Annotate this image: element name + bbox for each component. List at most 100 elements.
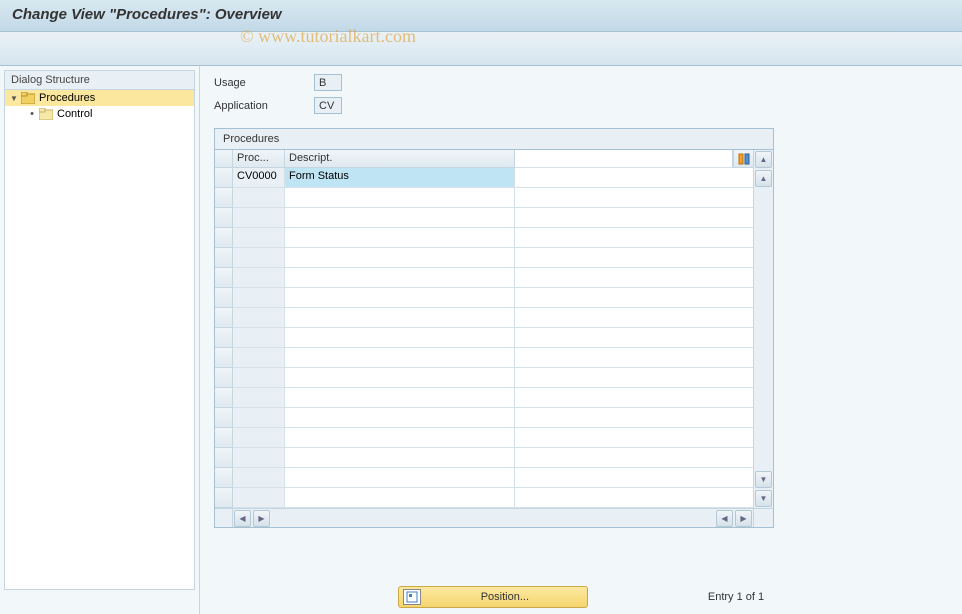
scroll-down-icon[interactable]: ▼: [755, 490, 772, 507]
content-area: Usage Application Procedures Proc... Des…: [200, 66, 962, 614]
cell-desc[interactable]: [285, 448, 515, 468]
row-selector[interactable]: [215, 168, 233, 188]
table-row[interactable]: [215, 228, 753, 248]
row-selector[interactable]: [215, 308, 233, 328]
cell-proc[interactable]: [233, 428, 285, 448]
cell-desc[interactable]: [285, 408, 515, 428]
column-descript[interactable]: Descript.: [285, 150, 515, 168]
row-selector[interactable]: [215, 228, 233, 248]
scroll-left-icon[interactable]: ◀: [234, 510, 251, 527]
scroll-right-icon[interactable]: ▶: [735, 510, 752, 527]
row-selector[interactable]: [215, 488, 233, 508]
cell-proc[interactable]: [233, 408, 285, 428]
table-title: Procedures: [215, 129, 773, 150]
horizontal-scrollbar[interactable]: ◀ ▶ ◀ ▶: [215, 508, 773, 527]
table-row[interactable]: [215, 328, 753, 348]
cell-proc[interactable]: [233, 228, 285, 248]
table-row[interactable]: [215, 388, 753, 408]
table-row[interactable]: CV0000Form Status: [215, 168, 753, 188]
expand-arrow-icon[interactable]: ▼: [9, 93, 19, 103]
cell-desc[interactable]: [285, 228, 515, 248]
row-selector[interactable]: [215, 408, 233, 428]
table-row[interactable]: [215, 188, 753, 208]
vertical-scrollbar[interactable]: ▲ ▲ ▼ ▼: [753, 150, 773, 508]
cell-proc[interactable]: [233, 328, 285, 348]
table-row[interactable]: [215, 428, 753, 448]
row-selector[interactable]: [215, 448, 233, 468]
cell-desc[interactable]: [285, 288, 515, 308]
row-selector[interactable]: [215, 288, 233, 308]
scroll-left-icon[interactable]: ◀: [716, 510, 733, 527]
table-row[interactable]: [215, 348, 753, 368]
cell-desc[interactable]: [285, 308, 515, 328]
cell-desc[interactable]: [285, 368, 515, 388]
row-selector[interactable]: [215, 368, 233, 388]
row-selector[interactable]: [215, 428, 233, 448]
cell-proc[interactable]: CV0000: [233, 168, 285, 188]
table-row[interactable]: [215, 408, 753, 428]
cell-proc[interactable]: [233, 208, 285, 228]
cell-proc[interactable]: [233, 188, 285, 208]
cell-desc[interactable]: [285, 348, 515, 368]
cell-proc[interactable]: [233, 448, 285, 468]
position-button[interactable]: Position...: [398, 586, 588, 608]
cell-desc[interactable]: [285, 468, 515, 488]
tree-item-control[interactable]: • Control: [5, 106, 194, 122]
row-selector[interactable]: [215, 468, 233, 488]
cell-proc[interactable]: [233, 368, 285, 388]
row-selector[interactable]: [215, 268, 233, 288]
row-selector[interactable]: [215, 328, 233, 348]
table-row[interactable]: [215, 288, 753, 308]
row-selector[interactable]: [215, 348, 233, 368]
table-config-icon[interactable]: [733, 150, 753, 168]
table-row[interactable]: [215, 248, 753, 268]
cell-desc[interactable]: [285, 268, 515, 288]
cell-proc[interactable]: [233, 468, 285, 488]
folder-closed-icon: [39, 108, 53, 120]
scroll-up-icon[interactable]: ▲: [755, 151, 772, 168]
cell-desc[interactable]: [285, 248, 515, 268]
cell-desc[interactable]: [285, 488, 515, 508]
tree-item-label: Control: [57, 108, 92, 120]
table-row[interactable]: [215, 308, 753, 328]
tree-item-label: Procedures: [39, 92, 95, 104]
scroll-up-icon[interactable]: ▲: [755, 170, 772, 187]
table-row[interactable]: [215, 368, 753, 388]
tree-item-procedures[interactable]: ▼ Procedures: [5, 90, 194, 106]
scroll-right-icon[interactable]: ▶: [253, 510, 270, 527]
row-selector[interactable]: [215, 208, 233, 228]
select-all-header[interactable]: [215, 150, 233, 168]
table-row[interactable]: [215, 208, 753, 228]
cell-desc[interactable]: [285, 188, 515, 208]
folder-open-icon: [21, 92, 35, 104]
row-selector[interactable]: [215, 248, 233, 268]
toolbar: [0, 32, 962, 66]
cell-desc[interactable]: [285, 388, 515, 408]
table-row[interactable]: [215, 268, 753, 288]
usage-field[interactable]: [314, 74, 342, 91]
application-field[interactable]: [314, 97, 342, 114]
cell-desc[interactable]: [285, 328, 515, 348]
column-proc[interactable]: Proc...: [233, 150, 285, 168]
cell-desc[interactable]: [285, 428, 515, 448]
cell-proc[interactable]: [233, 268, 285, 288]
cell-proc[interactable]: [233, 288, 285, 308]
bullet-icon: •: [27, 108, 37, 120]
scroll-down-icon[interactable]: ▼: [755, 471, 772, 488]
cell-desc[interactable]: [285, 208, 515, 228]
application-label: Application: [214, 100, 314, 112]
dialog-tree: ▼ Procedures • Control: [4, 90, 195, 590]
table-row[interactable]: [215, 448, 753, 468]
table-row[interactable]: [215, 488, 753, 508]
cell-proc[interactable]: [233, 248, 285, 268]
cell-desc[interactable]: Form Status: [285, 168, 515, 188]
cell-proc[interactable]: [233, 348, 285, 368]
sidebar: Dialog Structure ▼ Procedures • Control: [0, 66, 200, 614]
row-selector[interactable]: [215, 188, 233, 208]
table-row[interactable]: [215, 468, 753, 488]
cell-proc[interactable]: [233, 308, 285, 328]
row-selector[interactable]: [215, 388, 233, 408]
position-button-label: Position...: [427, 591, 583, 603]
cell-proc[interactable]: [233, 488, 285, 508]
cell-proc[interactable]: [233, 388, 285, 408]
